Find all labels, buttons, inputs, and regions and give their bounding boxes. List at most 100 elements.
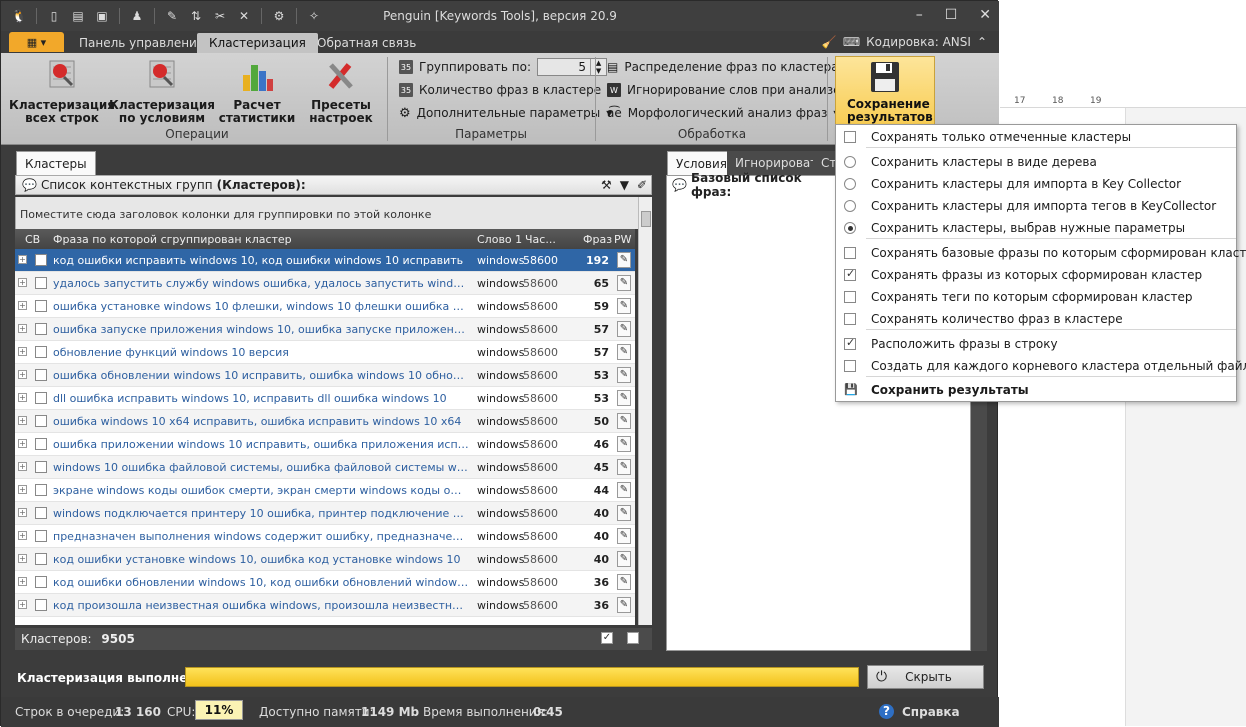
pw-edit-icon[interactable]: ✎ [617, 482, 631, 498]
menu-item[interactable]: Расположить фразы в строку [836, 333, 1236, 355]
expand-icon[interactable]: + [18, 485, 27, 494]
checkbox-icon[interactable] [844, 131, 856, 143]
expand-icon[interactable]: + [18, 462, 27, 471]
check-all-icon[interactable]: ✓ [601, 632, 613, 644]
tab-clusters[interactable]: Кластеры [16, 151, 96, 175]
table-row[interactable]: + ошибка приложении windows 10 исправить,… [15, 433, 635, 456]
row-phrase[interactable]: код ошибки исправить windows 10, код оши… [53, 254, 469, 267]
pw-edit-icon[interactable]: ✎ [617, 252, 631, 268]
table-row[interactable]: + windows подключается принтеру 10 ошибка… [15, 502, 635, 525]
expand-icon[interactable]: + [18, 347, 27, 356]
table-row[interactable]: + dll ошибка исправить windows 10, исправ… [15, 387, 635, 410]
row-phrase[interactable]: код ошибки установке windows 10, ошибка … [53, 553, 469, 566]
row-checkbox[interactable] [35, 507, 47, 519]
row-checkbox[interactable] [35, 392, 47, 404]
menu-item[interactable]: Сохранить кластеры, выбрав нужные параме… [836, 217, 1236, 239]
menu-item[interactable]: Сохранить кластеры в виде дерева [836, 151, 1236, 173]
checkbox-icon[interactable] [844, 247, 856, 259]
filter-icon[interactable]: ▼ [620, 178, 629, 192]
expand-icon[interactable]: + [18, 324, 27, 333]
cluster-conditions-button[interactable]: Кластеризация по условиям [109, 57, 215, 125]
morph-dropdown[interactable]: a͡e Морфологический анализ фраз ▾ [607, 103, 839, 123]
row-phrase[interactable]: ошибка установке windows 10 флешки, wind… [53, 300, 469, 313]
row-checkbox[interactable] [35, 438, 47, 450]
expand-icon[interactable]: + [18, 255, 27, 264]
menu-item[interactable]: Сохранять только отмеченные кластеры [836, 126, 1236, 148]
menu-item[interactable]: Сохранить кластеры для импорта в Key Col… [836, 173, 1236, 195]
table-row[interactable]: + код произошла неизвестная ошибка window… [15, 594, 635, 617]
pw-edit-icon[interactable]: ✎ [617, 528, 631, 544]
checkbox-icon[interactable] [844, 267, 856, 281]
radio-icon[interactable] [844, 200, 856, 212]
col-word1[interactable]: Слово 1 [477, 233, 522, 246]
col-count[interactable]: Фраз [583, 233, 612, 246]
uncheck-all-icon[interactable] [627, 632, 639, 644]
pw-edit-icon[interactable]: ✎ [617, 459, 631, 475]
extra-params-dropdown[interactable]: ⚙ Дополнительные параметры ▾ [399, 103, 612, 123]
row-phrase[interactable]: ошибка обновлении windows 10 исправить, … [53, 369, 469, 382]
table-row[interactable]: + экране windows коды ошибок смерти, экра… [15, 479, 635, 502]
pw-edit-icon[interactable]: ✎ [617, 367, 631, 383]
pw-edit-icon[interactable]: ✎ [617, 505, 631, 521]
help-icon[interactable]: ? [879, 704, 894, 719]
row-phrase[interactable]: удалось запустить службу windows ошибка,… [53, 277, 469, 290]
row-checkbox[interactable] [35, 277, 47, 289]
pw-edit-icon[interactable]: ✎ [617, 390, 631, 406]
table-row[interactable]: + обновление функций windows 10 версия win… [15, 341, 635, 364]
pw-edit-icon[interactable]: ✎ [617, 298, 631, 314]
row-checkbox[interactable] [35, 346, 47, 358]
row-phrase[interactable]: windows 10 ошибка файловой системы, ошиб… [53, 461, 469, 474]
row-phrase[interactable]: ошибка приложении windows 10 исправить, … [53, 438, 469, 451]
radio-icon[interactable] [844, 222, 856, 234]
file-menu-button[interactable]: ▦ ▾ [9, 32, 64, 52]
row-checkbox[interactable] [35, 461, 47, 473]
row-phrase[interactable]: предназначен выполнения windows содержит… [53, 530, 469, 543]
pw-edit-icon[interactable]: ✎ [617, 275, 631, 291]
save-results-button[interactable]: Сохранение результатов ▾ [835, 56, 935, 135]
row-phrase[interactable]: windows подключается принтеру 10 ошибка,… [53, 507, 469, 520]
table-scrollbar[interactable] [638, 197, 652, 625]
minimize-icon[interactable]: – [916, 7, 923, 23]
group-by-stepper[interactable]: 5 ▲ ▼ [537, 58, 608, 76]
presets-button[interactable]: Пресеты настроек [303, 57, 379, 125]
row-checkbox[interactable] [35, 254, 47, 266]
row-checkbox[interactable] [35, 576, 47, 588]
hide-button[interactable]: ⏻ Скрыть [867, 665, 984, 689]
close-icon[interactable]: ✕ [979, 7, 991, 23]
row-checkbox[interactable] [35, 553, 47, 565]
table-row[interactable]: + код ошибки установке windows 10, ошибка… [15, 548, 635, 571]
row-checkbox[interactable] [35, 599, 47, 611]
col-frequency[interactable]: Час... [525, 233, 556, 246]
table-row[interactable]: + удалось запустить службу windows ошибка… [15, 272, 635, 295]
checkbox-icon[interactable] [844, 360, 856, 372]
table-row[interactable]: + ошибка обновлении windows 10 исправить,… [15, 364, 635, 387]
checkbox-icon[interactable] [844, 291, 856, 303]
row-checkbox[interactable] [35, 530, 47, 542]
row-checkbox[interactable] [35, 369, 47, 381]
pw-edit-icon[interactable]: ✎ [617, 344, 631, 360]
expand-icon[interactable]: + [18, 301, 27, 310]
encoding-selector[interactable]: 🧹 ⌨ Кодировка: ANSI ⌃ [822, 35, 987, 49]
menu-item[interactable]: Сохранить кластеры для импорта тегов в K… [836, 195, 1236, 217]
row-phrase[interactable]: код произошла неизвестная ошибка windows… [53, 599, 469, 612]
phrase-count-dropdown[interactable]: 35 Количество фраз в кластере ▾ [399, 80, 613, 100]
stepper-arrows-icon[interactable]: ▲ ▼ [590, 59, 606, 75]
tab-feedback[interactable]: Обратная связь [305, 33, 428, 53]
table-row[interactable]: + предназначен выполнения windows содержи… [15, 525, 635, 548]
pw-edit-icon[interactable]: ✎ [617, 551, 631, 567]
row-phrase[interactable]: ошибка windows 10 x64 исправить, ошибка … [53, 415, 469, 428]
radio-icon[interactable] [844, 156, 856, 168]
broom-icon[interactable]: 🧹 [822, 35, 837, 49]
row-phrase[interactable]: экране windows коды ошибок смерти, экран… [53, 484, 469, 497]
menu-item[interactable]: Сохранять базовые фразы по которым сформ… [836, 242, 1246, 264]
col-checkbox[interactable]: СВ [25, 233, 40, 246]
table-row[interactable]: + ошибка windows 10 x64 исправить, ошибка… [15, 410, 635, 433]
tab-clustering[interactable]: Кластеризация [197, 33, 318, 53]
expand-icon[interactable]: + [18, 600, 27, 609]
help-button[interactable]: Справка [902, 705, 960, 719]
maximize-icon[interactable]: ☐ [945, 7, 958, 23]
pw-edit-icon[interactable]: ✎ [617, 574, 631, 590]
tool-icon[interactable]: ⚒ [601, 178, 612, 192]
table-row[interactable]: + код ошибки исправить windows 10, код ош… [15, 249, 635, 272]
calc-stats-button[interactable]: Расчет статистики [217, 57, 297, 125]
